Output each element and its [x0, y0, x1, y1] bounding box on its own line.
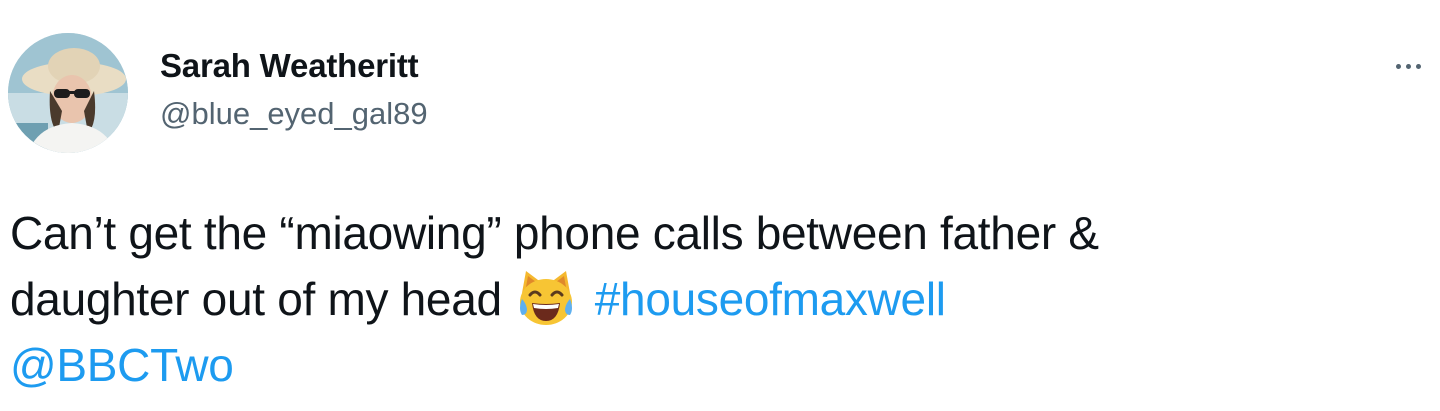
tweet-card: Sarah Weatheritt @blue_eyed_gal89 Can’t …	[0, 0, 1440, 411]
author-handle[interactable]: @blue_eyed_gal89	[160, 92, 428, 136]
tweet-author: Sarah Weatheritt @blue_eyed_gal89	[160, 44, 428, 136]
tweet-text-segment: daughter out of my head	[10, 273, 502, 325]
author-display-name[interactable]: Sarah Weatheritt	[160, 44, 428, 88]
mention-link[interactable]: @BBCTwo	[10, 339, 234, 391]
tweet-text-line-2: daughter out of my head #houseofmaxwell	[10, 266, 1435, 332]
hashtag-link[interactable]: #houseofmaxwell	[595, 273, 946, 325]
tweet-text-line-3: @BBCTwo	[10, 332, 1435, 398]
avatar-photo	[8, 33, 128, 153]
cat-face-with-tears-of-joy-icon	[516, 269, 576, 329]
tweet-text: Can’t get the “miaowing” phone calls bet…	[10, 200, 1435, 398]
more-options-button[interactable]	[1384, 50, 1432, 82]
avatar[interactable]	[8, 33, 128, 153]
tweet-text-line-1: Can’t get the “miaowing” phone calls bet…	[10, 207, 1099, 259]
more-horizontal-icon	[1395, 63, 1421, 69]
